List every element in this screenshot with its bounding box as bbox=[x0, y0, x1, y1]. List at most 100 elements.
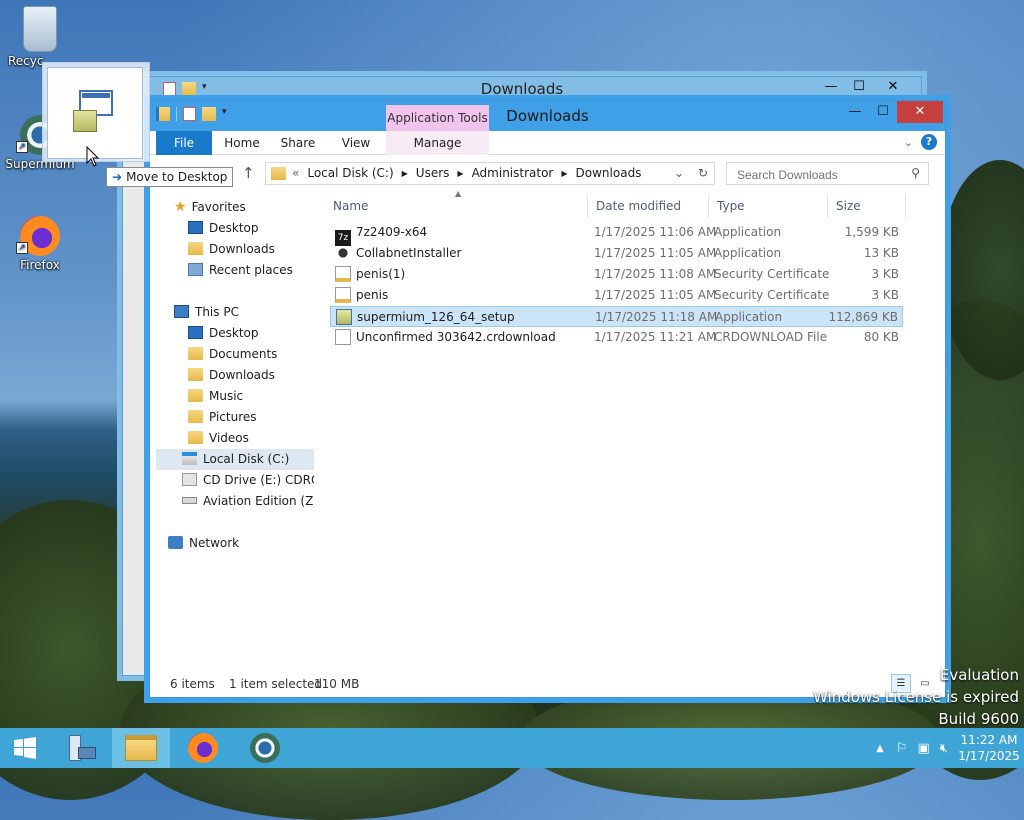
minimize-button[interactable]: — bbox=[817, 77, 845, 97]
file-type: Security Certificate bbox=[714, 288, 830, 302]
arrow-right-icon: ➔ bbox=[112, 170, 123, 184]
maximize-button[interactable]: ☐ bbox=[845, 77, 873, 97]
nav-item-music[interactable]: Music bbox=[156, 386, 314, 407]
file-row[interactable]: penis(1) 1/17/2025 11:08 AM Security Certi… bbox=[330, 264, 903, 285]
search-input[interactable] bbox=[735, 167, 905, 183]
nav-item-downloads[interactable]: Downloads bbox=[156, 239, 314, 260]
file-explorer-icon bbox=[125, 735, 157, 761]
chevron-right-icon[interactable]: ▶ bbox=[402, 166, 408, 182]
start-button[interactable] bbox=[0, 728, 50, 768]
nav-favorites[interactable]: ★ Favorites bbox=[174, 197, 314, 218]
cd-drive-icon bbox=[182, 473, 197, 486]
expand-ribbon-icon[interactable]: ⌄ bbox=[904, 136, 913, 149]
back-window-titlebar[interactable]: ▾ Downloads — ☐ ✕ bbox=[123, 77, 921, 101]
refresh-icon[interactable]: ↻ bbox=[698, 166, 708, 180]
videos-folder-icon bbox=[188, 431, 203, 444]
nav-item-documents[interactable]: Documents bbox=[156, 344, 314, 365]
breadcrumb-item[interactable]: Local Disk (C:) bbox=[307, 166, 393, 182]
close-button[interactable]: ✕ bbox=[897, 101, 943, 123]
tab-file[interactable]: File bbox=[156, 131, 212, 155]
breadcrumb-item[interactable]: Downloads bbox=[576, 166, 642, 182]
network-tray-icon[interactable]: ▣ bbox=[918, 741, 930, 756]
shortcut-arrow-icon: ↗ bbox=[16, 242, 28, 254]
column-header-date[interactable]: Date modified bbox=[588, 194, 709, 218]
minimize-button[interactable]: — bbox=[841, 101, 869, 123]
nav-item-recent-places[interactable]: Recent places bbox=[156, 260, 314, 281]
nav-label: Desktop bbox=[209, 326, 259, 340]
close-button[interactable]: ✕ bbox=[875, 77, 911, 97]
tab-view[interactable]: View bbox=[334, 131, 378, 155]
column-header-size[interactable]: Size bbox=[828, 194, 906, 218]
nav-item-aviation-edition[interactable]: Aviation Edition (Z:) bbox=[156, 491, 314, 512]
breadcrumb-item[interactable]: Administrator bbox=[472, 166, 554, 182]
tab-share[interactable]: Share bbox=[276, 131, 320, 155]
taskbar-supermium[interactable] bbox=[236, 728, 294, 768]
search-icon[interactable]: ⚲ bbox=[911, 166, 920, 180]
desktop-icon-firefox[interactable]: ↗ Firefox bbox=[0, 216, 80, 272]
file-row[interactable]: 7z 7z2409-x64 1/17/2025 11:06 AM Applicatio… bbox=[330, 222, 903, 246]
file-row[interactable]: CollabnetInstaller 1/17/2025 11:05 AM Appl… bbox=[330, 243, 903, 264]
maximize-button[interactable]: ☐ bbox=[869, 101, 897, 123]
nav-item-videos[interactable]: Videos bbox=[156, 428, 314, 449]
tab-manage[interactable]: Manage bbox=[386, 131, 489, 155]
file-name: CollabnetInstaller bbox=[356, 246, 462, 260]
firefox-icon bbox=[188, 733, 218, 763]
nav-network[interactable]: Network bbox=[168, 533, 314, 554]
file-name: supermium_126_64_setup bbox=[357, 310, 515, 324]
setup-icon bbox=[336, 309, 352, 325]
clock[interactable]: 11:22 AM 1/17/2025 bbox=[954, 732, 1024, 764]
file-name-cell: Unconfirmed 303642.crdownload bbox=[335, 327, 556, 348]
nav-item-desktop[interactable]: Desktop bbox=[156, 323, 314, 344]
desktop-icon-recycle-bin[interactable]: Recyc bbox=[0, 6, 80, 68]
taskbar-file-explorer[interactable] bbox=[112, 728, 170, 768]
search-box[interactable]: ⚲ bbox=[726, 162, 929, 185]
action-center-flag-icon[interactable]: ⚐ bbox=[896, 741, 908, 756]
nav-item-downloads[interactable]: Downloads bbox=[156, 365, 314, 386]
watermark-line: Build 9600 bbox=[938, 710, 1019, 728]
file-name: 7z2409-x64 bbox=[356, 225, 428, 239]
file-type: Application bbox=[715, 310, 783, 324]
nav-item-pictures[interactable]: Pictures bbox=[156, 407, 314, 428]
nav-this-pc[interactable]: This PC bbox=[174, 302, 314, 323]
clock-date: 1/17/2025 bbox=[958, 749, 1020, 763]
volume-muted-icon[interactable]: 🔇︎ bbox=[940, 741, 948, 756]
chevron-down-icon[interactable]: ⌄ bbox=[674, 166, 684, 180]
network-drive-icon bbox=[182, 497, 197, 504]
chevron-up-icon[interactable]: ▲ bbox=[876, 743, 884, 754]
nav-label: Recent places bbox=[209, 263, 293, 277]
chevron-right-icon[interactable]: ▶ bbox=[457, 166, 463, 182]
column-header-name[interactable]: Name bbox=[325, 194, 588, 218]
installer-icon bbox=[335, 245, 351, 261]
help-icon[interactable]: ? bbox=[921, 134, 937, 150]
window-titlebar[interactable]: ▾ Application Tools Downloads — ☐ ✕ bbox=[150, 101, 945, 131]
nav-label: This PC bbox=[195, 305, 239, 319]
file-date: 1/17/2025 11:21 AM bbox=[594, 330, 717, 344]
back-window-title: Downloads bbox=[480, 80, 564, 98]
system-tray: ▲ ⚐ ▣ 🔇︎ 11:22 AM 1/17/2025 bbox=[876, 728, 1024, 768]
nav-label: Favorites bbox=[191, 200, 246, 214]
breadcrumb-overflow[interactable]: « bbox=[292, 166, 299, 182]
nav-item-local-disk[interactable]: Local Disk (C:) bbox=[156, 449, 314, 470]
selection-count: 1 item selected bbox=[229, 677, 323, 691]
shortcut-arrow-icon: ↗ bbox=[16, 141, 28, 153]
nav-item-desktop[interactable]: Desktop bbox=[156, 218, 314, 239]
file-row[interactable]: supermium_126_64_setup 1/17/2025 11:18 AM… bbox=[330, 306, 903, 327]
nav-item-cd-drive[interactable]: CD Drive (E:) CDROM bbox=[156, 470, 314, 491]
nav-label: Aviation Edition (Z:) bbox=[203, 494, 314, 508]
file-row[interactable]: Unconfirmed 303642.crdownload 1/17/2025 1… bbox=[330, 327, 903, 348]
explorer-window[interactable]: ▾ Application Tools Downloads — ☐ ✕ File… bbox=[149, 100, 946, 698]
server-manager-icon bbox=[66, 733, 96, 763]
file-type: Application bbox=[714, 225, 782, 239]
address-bar[interactable]: « Local Disk (C:) ▶ Users ▶ Administrato… bbox=[265, 162, 715, 185]
chevron-right-icon[interactable]: ▶ bbox=[561, 166, 567, 182]
taskbar-firefox[interactable] bbox=[174, 728, 232, 768]
desktop-icon bbox=[188, 221, 203, 234]
tab-home[interactable]: Home bbox=[220, 131, 264, 155]
up-arrow-icon[interactable]: ↑ bbox=[242, 164, 255, 182]
taskbar-server-manager[interactable] bbox=[52, 728, 110, 768]
column-header-type[interactable]: Type bbox=[709, 194, 828, 218]
breadcrumb-item[interactable]: Users bbox=[416, 166, 450, 182]
nav-label: Desktop bbox=[209, 221, 259, 235]
file-row[interactable]: penis 1/17/2025 11:05 AM Security Certific… bbox=[330, 285, 903, 306]
certificate-icon bbox=[335, 287, 351, 303]
